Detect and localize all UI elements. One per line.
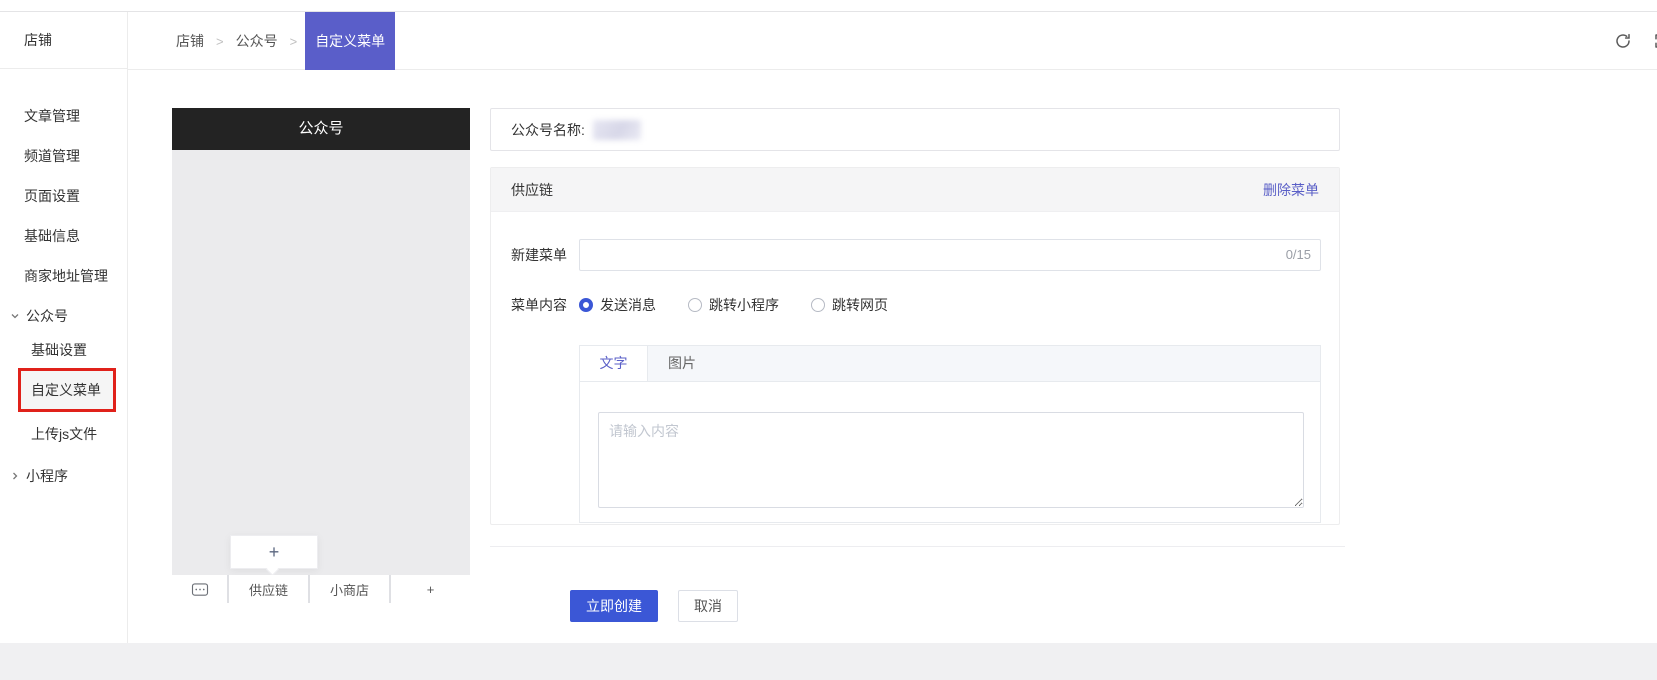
topbar: 店铺 > 公众号 > 自定义菜单 超级管理员 xyxy=(128,12,1657,70)
sidebar: 店铺 文章管理 频道管理 页面设置 基础信息 商家地址管理 公众号 基础设置 自… xyxy=(0,12,128,643)
new-menu-label: 新建菜单 xyxy=(511,239,567,271)
phone-title: 公众号 xyxy=(172,108,470,150)
menu-edit-section: 供应链 删除菜单 新建菜单 0/15 菜单内容 发送消息 跳转小程序 跳转网页 xyxy=(490,167,1340,525)
sidebar-item-merchant-address[interactable]: 商家地址管理 xyxy=(0,266,127,286)
new-menu-input-wrap: 0/15 xyxy=(579,239,1321,271)
footer-strip xyxy=(0,643,1657,680)
breadcrumb-item-shop[interactable]: 店铺 xyxy=(172,12,208,70)
breadcrumb-item-official-account[interactable]: 公众号 xyxy=(232,12,282,70)
sidebar-item-label: 小程序 xyxy=(26,466,68,486)
phone-menu-item-small-shop[interactable]: 小商店 xyxy=(310,575,389,603)
sidebar-item-article-management[interactable]: 文章管理 xyxy=(0,106,127,126)
chat-bubble-icon[interactable] xyxy=(172,575,227,603)
account-name-value-redacted xyxy=(593,120,641,140)
app-logo: 店铺 xyxy=(0,12,127,69)
sidebar-item-channel-management[interactable]: 频道管理 xyxy=(0,146,127,166)
account-name-label: 公众号名称: xyxy=(511,120,585,140)
radio-jump-webpage[interactable]: 跳转网页 xyxy=(811,295,888,315)
phone-body: + xyxy=(172,150,470,575)
section-header: 供应链 删除菜单 xyxy=(491,168,1339,212)
menu-content-radio-group: 发送消息 跳转小程序 跳转网页 xyxy=(579,293,888,317)
char-counter: 0/15 xyxy=(1286,239,1311,271)
radio-dot-icon xyxy=(579,298,593,312)
radio-jump-mini-program[interactable]: 跳转小程序 xyxy=(688,295,779,315)
message-editor: 文字 图片 xyxy=(579,345,1321,523)
breadcrumb-item-custom-menu-active[interactable]: 自定义菜单 xyxy=(305,12,395,70)
chevron-down-icon xyxy=(10,311,20,321)
breadcrumb: 店铺 > 公众号 > 自定义菜单 xyxy=(128,12,395,70)
sidebar-item-label: 自定义菜单 xyxy=(31,380,101,400)
phone-menu-add-button[interactable]: + xyxy=(391,575,470,603)
chevron-right-icon xyxy=(10,471,20,481)
sidebar-item-custom-menu-active[interactable]: 自定义菜单 xyxy=(18,368,116,412)
create-now-button[interactable]: 立即创建 xyxy=(570,590,658,622)
phone-menu-bar: 供应链 小商店 + xyxy=(172,575,470,603)
radio-dot-icon xyxy=(688,298,702,312)
breadcrumb-separator: > xyxy=(282,12,306,70)
topbar-right: 超级管理员 xyxy=(1614,12,1657,70)
sidebar-item-mini-program[interactable]: 小程序 xyxy=(0,466,127,486)
sidebar-item-upload-js[interactable]: 上传js文件 xyxy=(0,424,127,444)
content-textarea[interactable] xyxy=(598,412,1304,508)
tab-image[interactable]: 图片 xyxy=(648,346,716,381)
editor-area xyxy=(580,382,1320,523)
radio-label: 跳转网页 xyxy=(832,295,888,315)
account-name-box: 公众号名称: xyxy=(490,108,1340,151)
radio-label: 发送消息 xyxy=(600,295,656,315)
sidebar-item-label: 公众号 xyxy=(26,306,68,326)
sidebar-item-basic-info[interactable]: 基础信息 xyxy=(0,226,127,246)
editor-tabs: 文字 图片 xyxy=(580,346,1320,382)
radio-dot-icon xyxy=(811,298,825,312)
section-title: 供应链 xyxy=(511,180,553,200)
refresh-icon[interactable] xyxy=(1614,32,1632,50)
radio-send-message[interactable]: 发送消息 xyxy=(579,295,656,315)
breadcrumb-separator: > xyxy=(208,12,232,70)
menu-content-label: 菜单内容 xyxy=(511,293,567,317)
new-menu-input[interactable] xyxy=(579,239,1321,271)
sidebar-item-basic-settings[interactable]: 基础设置 xyxy=(0,340,127,360)
form-divider xyxy=(490,546,1345,547)
phone-preview: 公众号 + 供应链 小商店 + xyxy=(172,108,470,603)
admin-console: 店铺 文章管理 频道管理 页面设置 基础信息 商家地址管理 公众号 基础设置 自… xyxy=(0,0,1657,680)
sidebar-item-official-account[interactable]: 公众号 xyxy=(0,306,127,326)
tab-text-active[interactable]: 文字 xyxy=(580,346,648,381)
cancel-button[interactable]: 取消 xyxy=(678,590,738,622)
radio-label: 跳转小程序 xyxy=(709,295,779,315)
sidebar-item-page-settings[interactable]: 页面设置 xyxy=(0,186,127,206)
fullscreen-icon[interactable] xyxy=(1653,32,1657,50)
delete-menu-link[interactable]: 删除菜单 xyxy=(1263,180,1319,200)
phone-menu-item-supply-chain[interactable]: 供应链 xyxy=(229,575,308,603)
